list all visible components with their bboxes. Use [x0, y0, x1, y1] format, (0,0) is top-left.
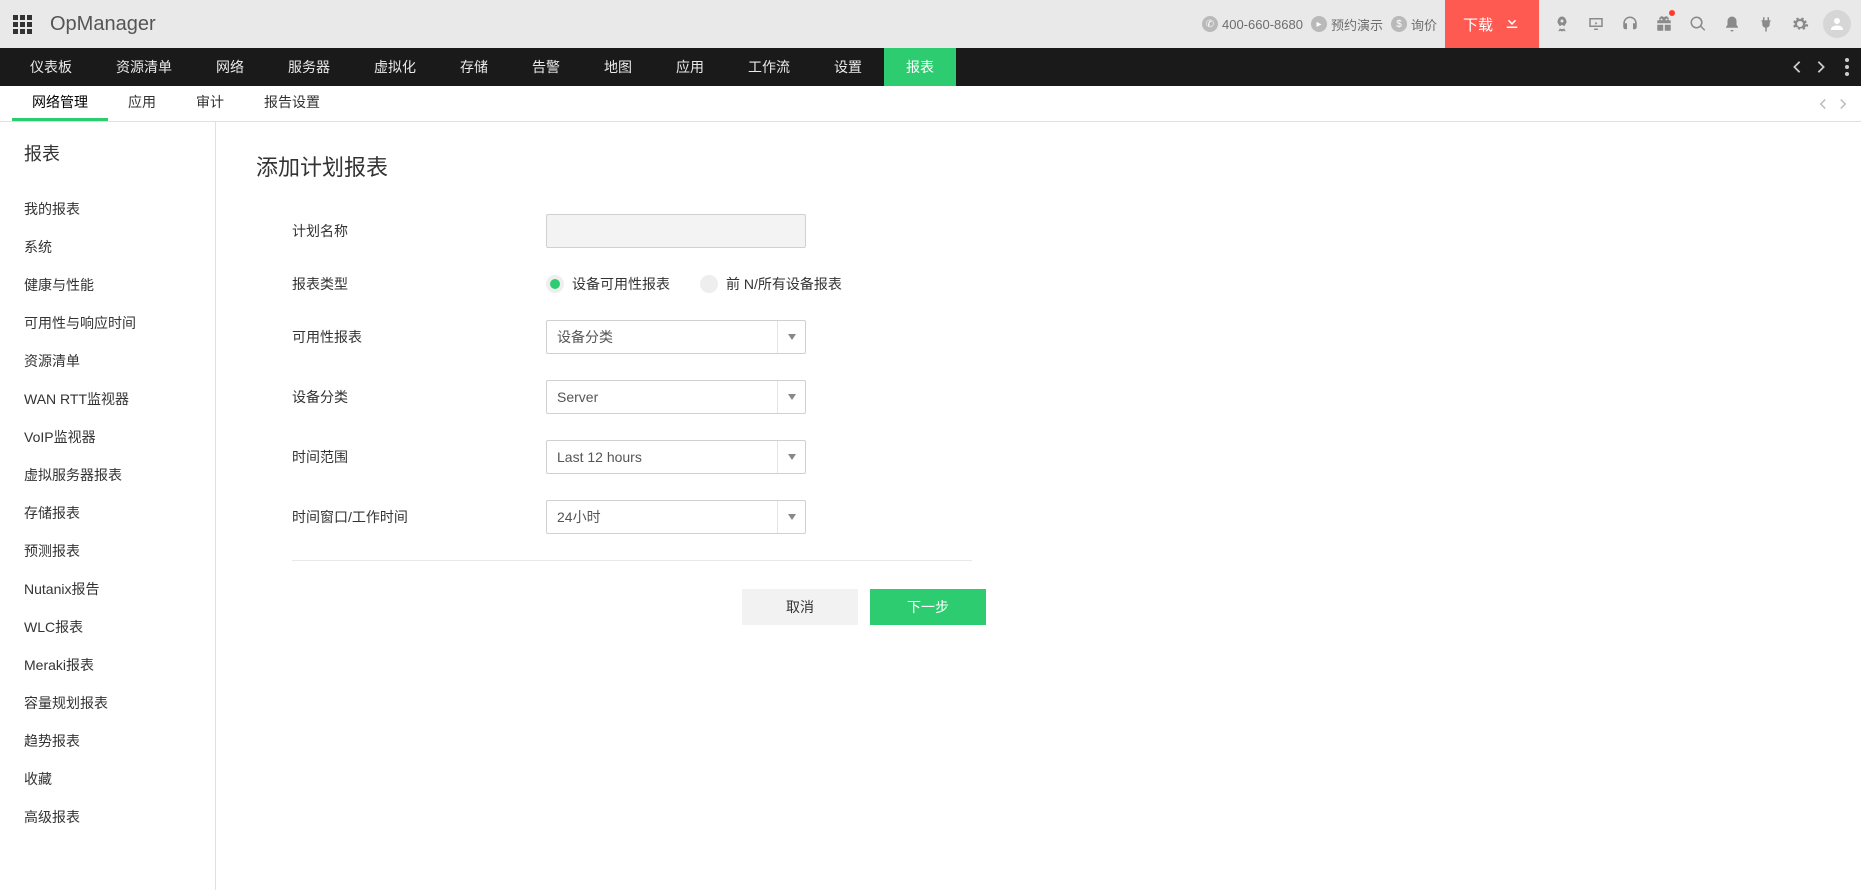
sidebar-health[interactable]: 健康与性能: [24, 266, 215, 304]
content: 添加计划报表 计划名称 报表类型 设备可用性报表 前 N/所有设备报: [216, 122, 1861, 890]
time-window-label: 时间窗口/工作时间: [292, 507, 546, 527]
sidebar-wan-rtt[interactable]: WAN RTT监视器: [24, 380, 215, 418]
sidebar-capacity[interactable]: 容量规划报表: [24, 684, 215, 722]
sidebar-trend[interactable]: 趋势报表: [24, 722, 215, 760]
time-window-select[interactable]: 24小时: [546, 500, 806, 534]
nav-server[interactable]: 服务器: [266, 48, 352, 86]
nav-alarm[interactable]: 告警: [510, 48, 582, 86]
nav-more-icon[interactable]: [1833, 48, 1861, 86]
radio-b-label: 前 N/所有设备报表: [726, 274, 842, 294]
sidebar-title: 报表: [24, 140, 215, 166]
gift-icon[interactable]: [1647, 0, 1681, 48]
subnav-report-settings[interactable]: 报告设置: [244, 86, 340, 121]
plug-icon[interactable]: [1749, 0, 1783, 48]
sidebar-storage[interactable]: 存储报表: [24, 494, 215, 532]
subnav-audit[interactable]: 审计: [176, 86, 244, 121]
subnav-network-mgmt[interactable]: 网络管理: [12, 86, 108, 121]
sidebar: 报表 我的报表 系统 健康与性能 可用性与响应时间 资源清单 WAN RTT监视…: [0, 122, 216, 890]
sidebar-advanced[interactable]: 高级报表: [24, 798, 215, 836]
demo-link[interactable]: ▸ 预约演示: [1311, 15, 1383, 34]
availability-value: 设备分类: [557, 327, 613, 347]
nav-virtualization[interactable]: 虚拟化: [352, 48, 438, 86]
bell-icon[interactable]: [1715, 0, 1749, 48]
phone-icon: ✆: [1202, 16, 1218, 32]
chevron-down-icon: [777, 381, 805, 413]
download-icon: [1503, 13, 1521, 35]
sidebar-voip[interactable]: VoIP监视器: [24, 418, 215, 456]
download-label: 下载: [1463, 14, 1493, 35]
time-window-value: 24小时: [557, 507, 601, 527]
dollar-icon: $: [1391, 16, 1407, 32]
monitor-icon[interactable]: [1579, 0, 1613, 48]
nav-network[interactable]: 网络: [194, 48, 266, 86]
divider: [292, 560, 972, 561]
quote-text: 询价: [1411, 15, 1437, 34]
nav-workflow[interactable]: 工作流: [726, 48, 812, 86]
nav-app[interactable]: 应用: [654, 48, 726, 86]
time-range-select[interactable]: Last 12 hours: [546, 440, 806, 474]
chevron-down-icon: [777, 501, 805, 533]
subnav-next-icon[interactable]: [1833, 86, 1853, 122]
sidebar-favorites[interactable]: 收藏: [24, 760, 215, 798]
device-category-value: Server: [557, 389, 598, 405]
radio-a-label: 设备可用性报表: [572, 274, 670, 294]
top-icons: [1545, 0, 1851, 48]
time-range-value: Last 12 hours: [557, 449, 642, 465]
nav-inventory[interactable]: 资源清单: [94, 48, 194, 86]
brand-name: OpManager: [50, 13, 156, 36]
nav-dashboard[interactable]: 仪表板: [8, 48, 94, 86]
radio-unchecked-icon: [700, 275, 718, 293]
demo-text: 预约演示: [1331, 15, 1383, 34]
radio-checked-icon: [546, 275, 564, 293]
sidebar-wlc[interactable]: WLC报表: [24, 608, 215, 646]
next-button[interactable]: 下一步: [870, 589, 986, 625]
sidebar-nutanix[interactable]: Nutanix报告: [24, 570, 215, 608]
mainnav: 仪表板 资源清单 网络 服务器 虚拟化 存储 告警 地图 应用 工作流 设置 报…: [0, 48, 1861, 86]
page-title: 添加计划报表: [256, 150, 1821, 182]
device-category-select[interactable]: Server: [546, 380, 806, 414]
sidebar-forecast[interactable]: 预测报表: [24, 532, 215, 570]
nav-settings[interactable]: 设置: [812, 48, 884, 86]
sidebar-virtual[interactable]: 虚拟服务器报表: [24, 456, 215, 494]
report-type-label: 报表类型: [292, 274, 546, 294]
headset-icon[interactable]: [1613, 0, 1647, 48]
device-category-label: 设备分类: [292, 387, 546, 407]
plan-name-input[interactable]: [546, 214, 806, 248]
time-range-label: 时间范围: [292, 447, 546, 467]
rocket-icon[interactable]: [1545, 0, 1579, 48]
subnav-prev-icon[interactable]: [1813, 86, 1833, 122]
phone-text: 400-660-8680: [1222, 17, 1303, 32]
subnav: 网络管理 应用 审计 报告设置: [0, 86, 1861, 122]
chevron-down-icon: [777, 441, 805, 473]
plan-name-label: 计划名称: [292, 221, 546, 241]
cancel-button[interactable]: 取消: [742, 589, 858, 625]
search-icon[interactable]: [1681, 0, 1715, 48]
phone-link[interactable]: ✆ 400-660-8680: [1202, 16, 1303, 32]
availability-select[interactable]: 设备分类: [546, 320, 806, 354]
radio-top-n[interactable]: 前 N/所有设备报表: [700, 274, 842, 294]
subnav-app[interactable]: 应用: [108, 86, 176, 121]
gear-icon[interactable]: [1783, 0, 1817, 48]
avatar[interactable]: [1823, 10, 1851, 38]
nav-reports[interactable]: 报表: [884, 48, 956, 86]
quote-link[interactable]: $ 询价: [1391, 15, 1437, 34]
availability-label: 可用性报表: [292, 327, 546, 347]
sidebar-inventory[interactable]: 资源清单: [24, 342, 215, 380]
sidebar-my-reports[interactable]: 我的报表: [24, 190, 215, 228]
radio-device-availability[interactable]: 设备可用性报表: [546, 274, 670, 294]
nav-prev-icon[interactable]: [1785, 48, 1809, 86]
nav-next-icon[interactable]: [1809, 48, 1833, 86]
nav-map[interactable]: 地图: [582, 48, 654, 86]
sidebar-meraki[interactable]: Meraki报表: [24, 646, 215, 684]
sidebar-availability[interactable]: 可用性与响应时间: [24, 304, 215, 342]
download-button[interactable]: 下载: [1445, 0, 1539, 48]
form: 计划名称 报表类型 设备可用性报表 前 N/所有设备报表: [256, 214, 1156, 625]
topbar: OpManager ✆ 400-660-8680 ▸ 预约演示 $ 询价 下载: [0, 0, 1861, 48]
play-icon: ▸: [1311, 16, 1327, 32]
sidebar-system[interactable]: 系统: [24, 228, 215, 266]
nav-storage[interactable]: 存储: [438, 48, 510, 86]
chevron-down-icon: [777, 321, 805, 353]
app-grid-icon[interactable]: [10, 12, 34, 36]
